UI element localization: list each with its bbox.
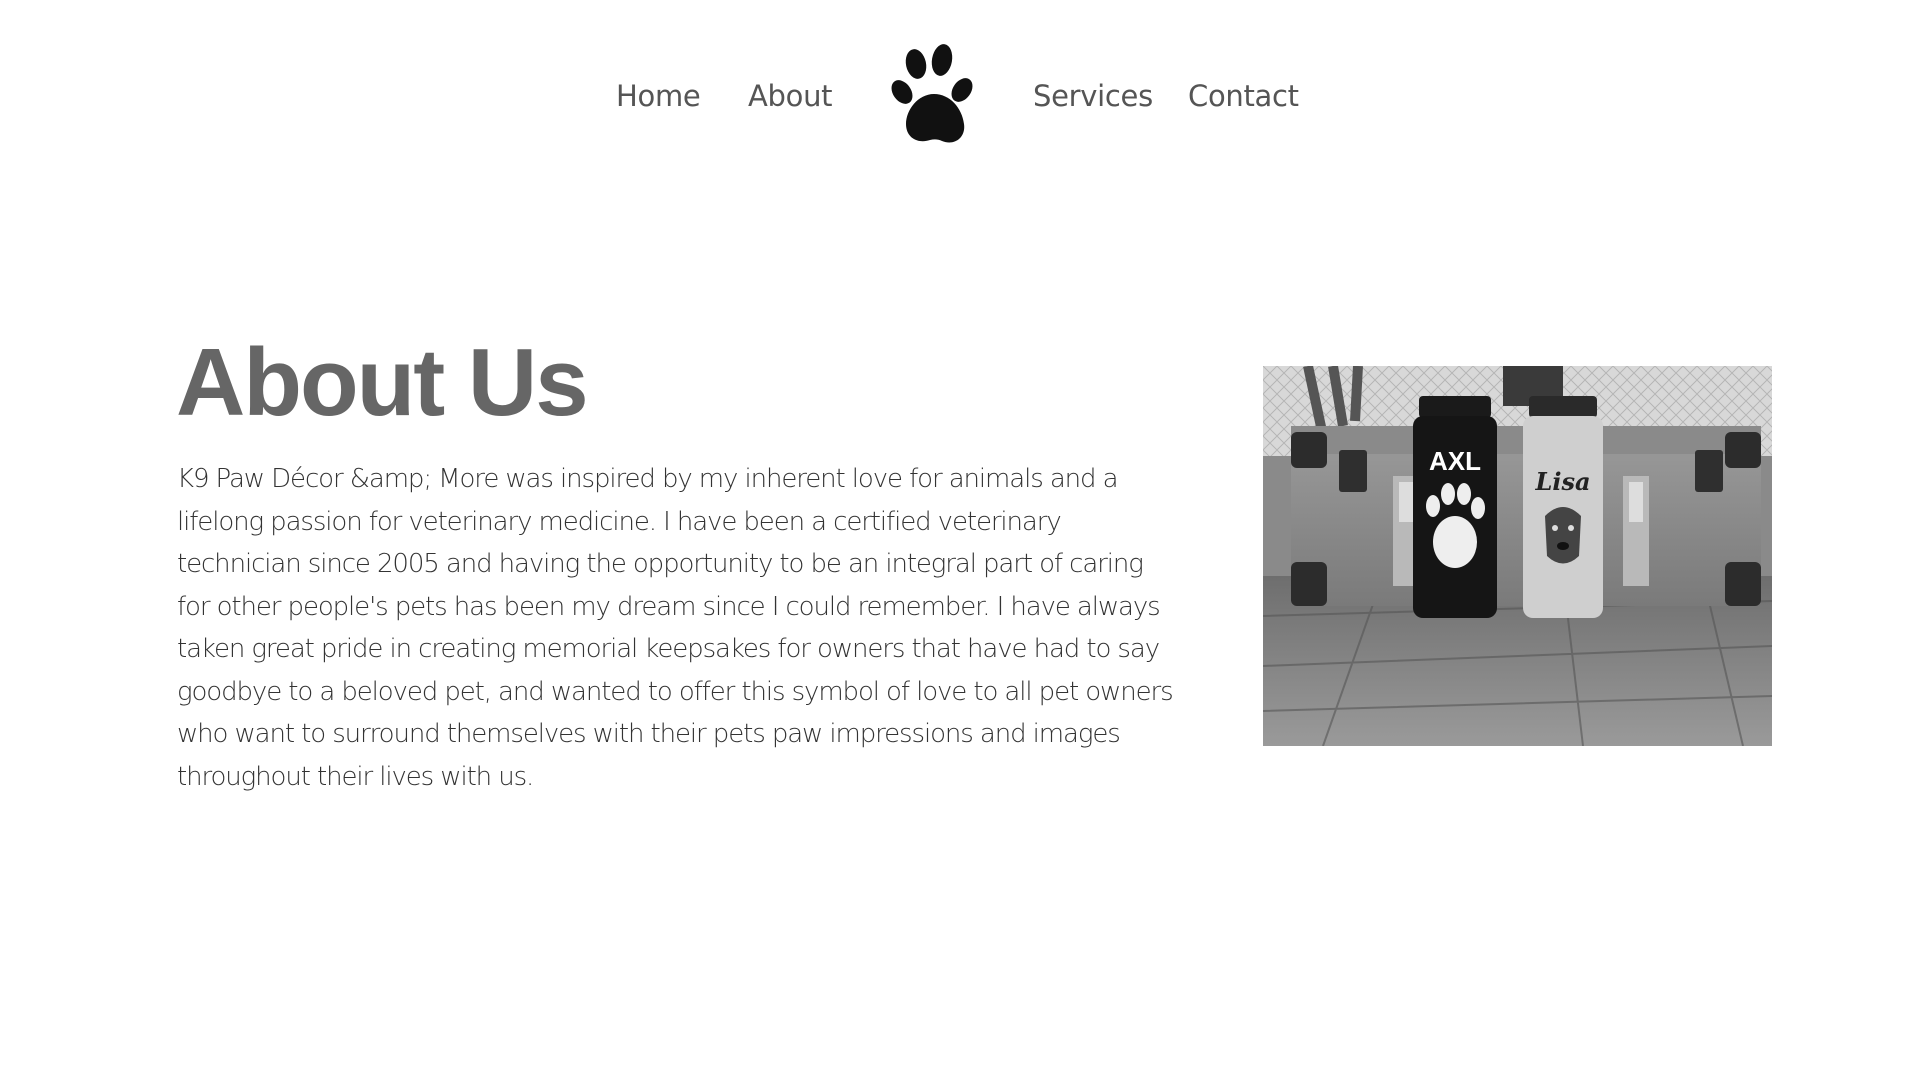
bottle-left-label: AXL — [1429, 446, 1481, 476]
paw-print-icon[interactable] — [888, 40, 980, 150]
page-title: About Us — [176, 329, 589, 436]
product-photo: AXL Lisa — [1263, 366, 1772, 746]
nav-link-services[interactable]: Services — [1033, 74, 1153, 118]
nav-link-about[interactable]: About — [748, 74, 833, 118]
nav-link-home[interactable]: Home — [616, 74, 701, 118]
top-navigation: Home About Services Contact — [0, 0, 1920, 190]
nav-link-contact[interactable]: Contact — [1188, 74, 1299, 118]
bottle-right-label: Lisa — [1534, 467, 1590, 496]
about-description: K9 Paw Décor &amp; More was inspired by … — [177, 464, 1174, 792]
